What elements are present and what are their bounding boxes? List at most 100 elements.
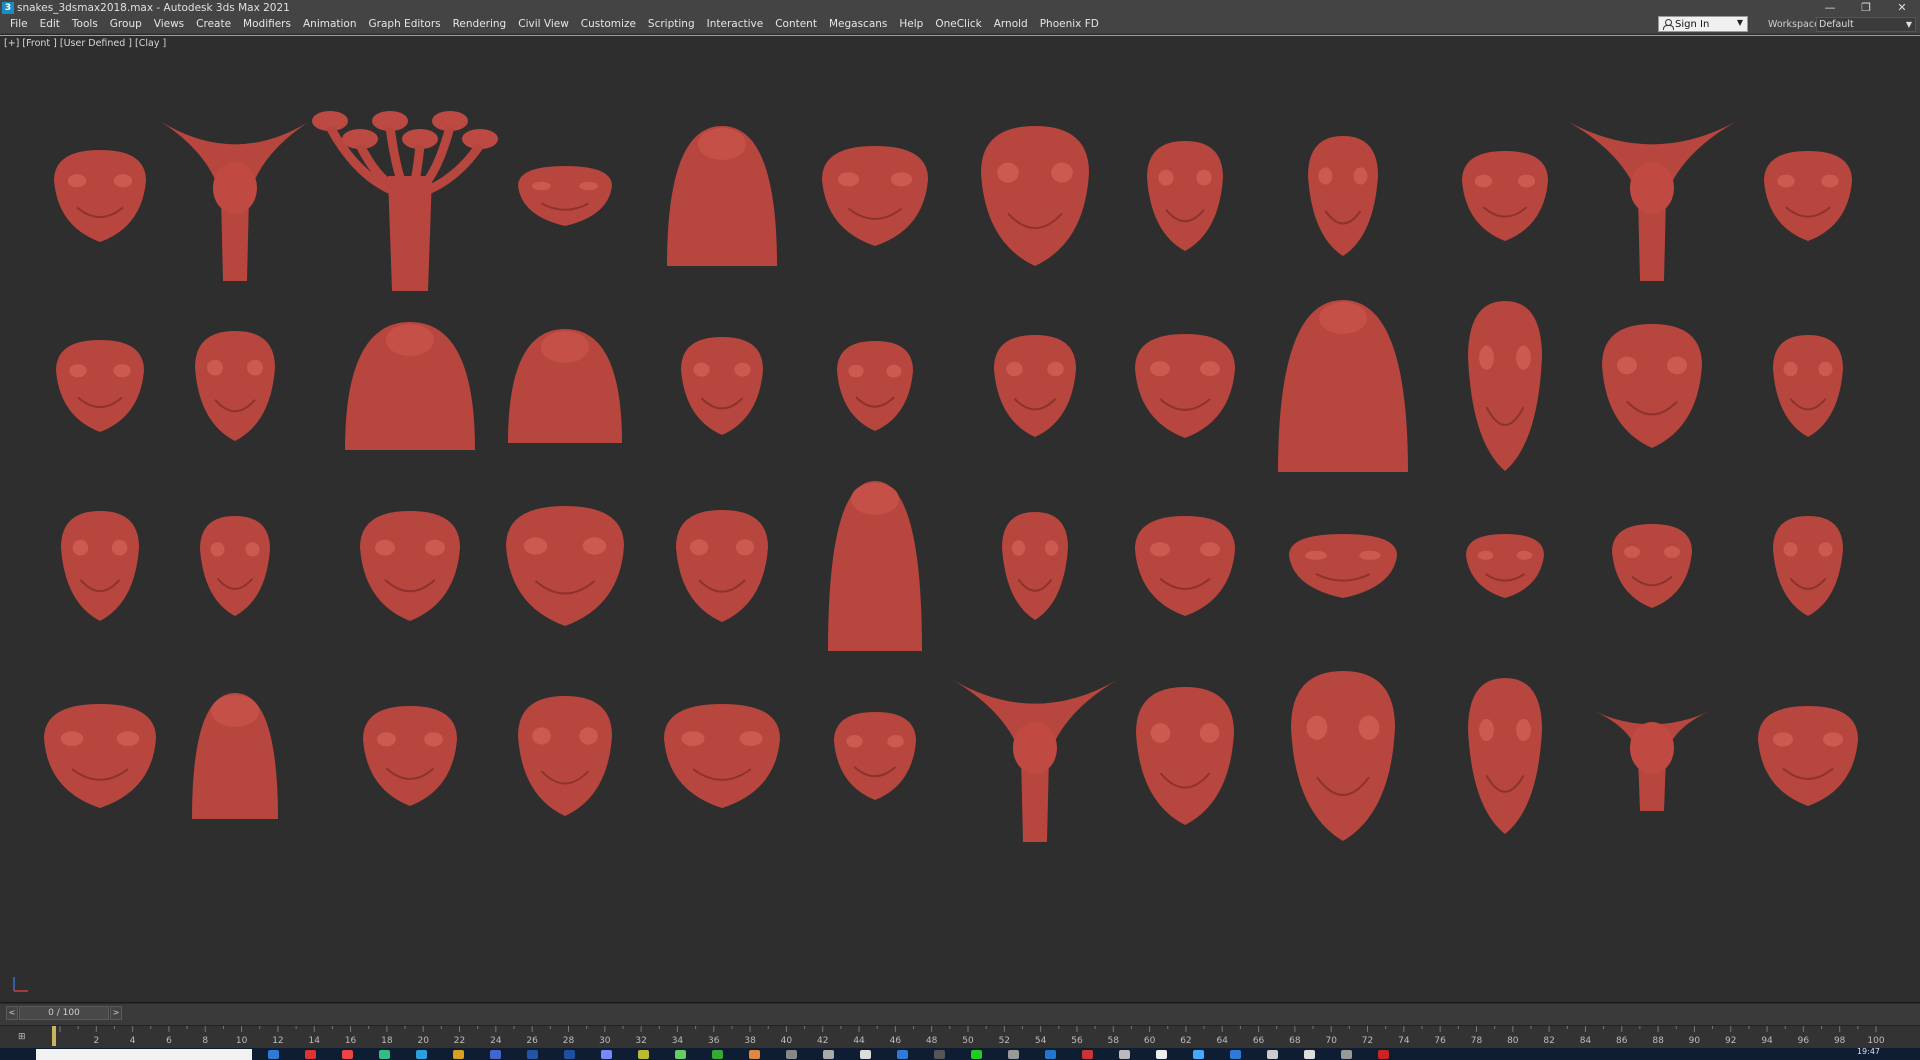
snake-head-model[interactable]: [1468, 301, 1542, 471]
taskbar-app-icon[interactable]: [1008, 1050, 1019, 1059]
menu-rendering[interactable]: Rendering: [447, 15, 513, 34]
taskbar-app-icon[interactable]: [1082, 1050, 1093, 1059]
snake-head-model[interactable]: [834, 712, 916, 800]
taskbar-search-box[interactable]: [36, 1049, 252, 1060]
menu-megascans[interactable]: Megascans: [823, 15, 893, 34]
snake-head-model[interactable]: [837, 341, 913, 431]
viewport-label[interactable]: [+] [Front ] [User Defined ] [Clay ]: [4, 38, 166, 49]
snake-head-model[interactable]: [1773, 335, 1843, 437]
curve-editor-icon[interactable]: ⊞: [4, 1029, 40, 1045]
menu-group[interactable]: Group: [104, 15, 148, 34]
snake-head-model[interactable]: [1466, 534, 1544, 598]
menu-content[interactable]: Content: [769, 15, 823, 34]
taskbar-app-icon[interactable]: [1304, 1050, 1315, 1059]
taskbar-app-icon[interactable]: [1378, 1050, 1389, 1059]
taskbar-app-icon[interactable]: [342, 1050, 353, 1059]
snake-head-model[interactable]: [1278, 300, 1408, 472]
close-button[interactable]: ✕: [1884, 0, 1920, 15]
snake-head-model[interactable]: [195, 331, 275, 441]
snake-head-model[interactable]: [981, 126, 1089, 266]
snake-head-model[interactable]: [518, 166, 612, 226]
snake-head-model[interactable]: [508, 329, 622, 443]
taskbar-app-icon[interactable]: [860, 1050, 871, 1059]
snake-head-model[interactable]: [1758, 706, 1858, 806]
menu-oneclick[interactable]: OneClick: [929, 15, 987, 34]
time-slider[interactable]: 0 / 100: [19, 1006, 109, 1020]
menu-tools[interactable]: Tools: [66, 15, 104, 34]
restore-button[interactable]: ❐: [1848, 0, 1884, 15]
workspace-select[interactable]: Default ▼: [1816, 17, 1916, 32]
snake-head-model[interactable]: [1289, 534, 1397, 598]
frame-ruler[interactable]: 2 4 6 8 10 12 14 16 18 20 22 24 26 28 30 32 34 36 38 40 42 44…: [52, 1026, 1884, 1049]
snake-head-model[interactable]: [1773, 516, 1843, 616]
taskbar-app-icon[interactable]: [638, 1050, 649, 1059]
menu-edit[interactable]: Edit: [34, 15, 66, 34]
menu-phoenix-fd[interactable]: Phoenix FD: [1034, 15, 1105, 34]
snake-head-model[interactable]: [1308, 136, 1378, 256]
taskbar-app-icon[interactable]: [601, 1050, 612, 1059]
snake-head-model[interactable]: [200, 516, 270, 616]
snake-head-model[interactable]: [360, 511, 460, 621]
menu-scripting[interactable]: Scripting: [642, 15, 701, 34]
menu-file[interactable]: File: [4, 15, 34, 34]
snake-head-model[interactable]: [61, 511, 139, 621]
snake-head-model[interactable]: [667, 126, 777, 266]
snake-head-model[interactable]: [1462, 151, 1548, 241]
snake-head-model[interactable]: [192, 693, 278, 819]
menu-customize[interactable]: Customize: [575, 15, 642, 34]
current-frame-marker[interactable]: [52, 1026, 56, 1046]
taskbar-app-icon[interactable]: [1230, 1050, 1241, 1059]
snake-head-model[interactable]: [518, 696, 612, 816]
snake-head-model[interactable]: [994, 335, 1076, 437]
snake-head-model[interactable]: [54, 150, 146, 242]
taskbar-app-icon[interactable]: [1045, 1050, 1056, 1059]
snake-head-model[interactable]: [822, 146, 928, 246]
menu-arnold[interactable]: Arnold: [988, 15, 1034, 34]
taskbar-app-icon[interactable]: [527, 1050, 538, 1059]
snake-head-model[interactable]: [1567, 121, 1737, 281]
snake-head-model[interactable]: [1612, 524, 1692, 608]
snake-head-model[interactable]: [1002, 512, 1068, 620]
taskbar-app-icon[interactable]: [971, 1050, 982, 1059]
snake-head-model[interactable]: [664, 704, 780, 808]
taskbar-app-icon[interactable]: [934, 1050, 945, 1059]
taskbar-app-icon[interactable]: [712, 1050, 723, 1059]
menu-views[interactable]: Views: [148, 15, 190, 34]
snake-head-model[interactable]: [345, 322, 475, 450]
menu-animation[interactable]: Animation: [297, 15, 363, 34]
previous-frame-button[interactable]: <: [6, 1006, 18, 1020]
snake-head-model[interactable]: [160, 121, 310, 281]
taskbar-app-icon[interactable]: [490, 1050, 501, 1059]
snake-head-model[interactable]: [506, 506, 624, 626]
snake-head-model[interactable]: [1135, 334, 1235, 438]
menu-graph-editors[interactable]: Graph Editors: [363, 15, 447, 34]
taskbar-app-icon[interactable]: [675, 1050, 686, 1059]
snake-head-model[interactable]: [676, 510, 768, 622]
snake-head-model[interactable]: [953, 680, 1117, 842]
taskbar-app-icon[interactable]: [1119, 1050, 1130, 1059]
snake-head-model[interactable]: [312, 111, 498, 291]
menu-create[interactable]: Create: [190, 15, 237, 34]
taskbar-app-icon[interactable]: [1267, 1050, 1278, 1059]
snake-head-model[interactable]: [1602, 324, 1702, 448]
taskbar-app-icon[interactable]: [379, 1050, 390, 1059]
track-bar[interactable]: ⊞ 2 4 6 8 10 12 14 16 18 20 22 24 26 28 30 32 34 36 38 40 42…: [0, 1025, 1920, 1048]
taskbar-app-icon[interactable]: [453, 1050, 464, 1059]
taskbar-app-icon[interactable]: [268, 1050, 279, 1059]
taskbar-app-icon[interactable]: [823, 1050, 834, 1059]
sign-in-dropdown[interactable]: Sign In ▼: [1658, 16, 1748, 32]
menu-help[interactable]: Help: [893, 15, 929, 34]
snake-head-model[interactable]: [1291, 671, 1395, 841]
snake-head-model[interactable]: [1594, 711, 1710, 811]
menu-interactive[interactable]: Interactive: [701, 15, 770, 34]
snake-head-model[interactable]: [56, 340, 144, 432]
snake-head-model[interactable]: [1468, 678, 1542, 834]
snake-head-model[interactable]: [1135, 516, 1235, 616]
taskbar-app-icon[interactable]: [749, 1050, 760, 1059]
taskbar-app-icon[interactable]: [416, 1050, 427, 1059]
snake-head-model[interactable]: [363, 706, 457, 806]
snake-head-model[interactable]: [681, 337, 763, 435]
taskbar-app-icon[interactable]: [1193, 1050, 1204, 1059]
app-logo-icon[interactable]: 3: [2, 1, 14, 14]
taskbar-app-icon[interactable]: [1341, 1050, 1352, 1059]
